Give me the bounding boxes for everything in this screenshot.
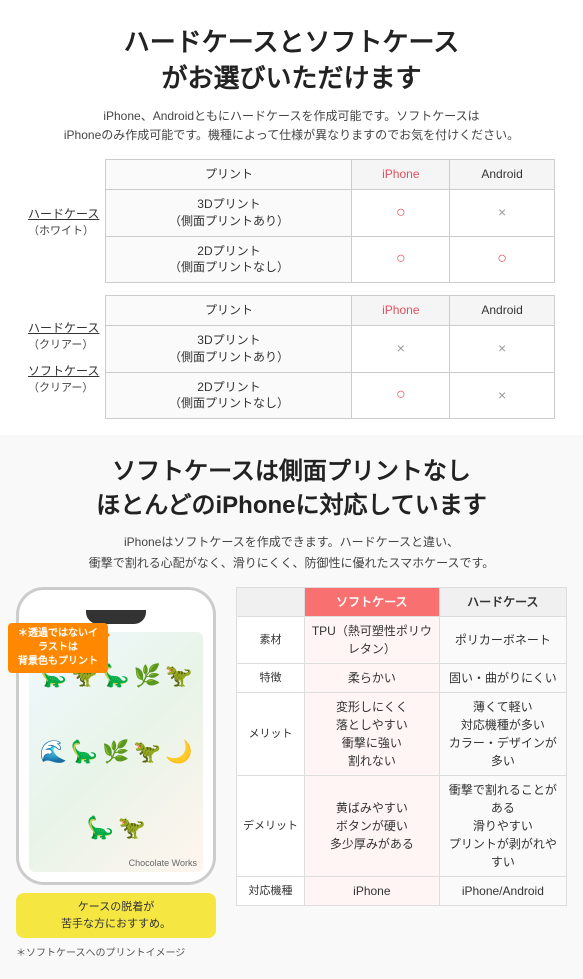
compare-empty-header — [237, 588, 305, 617]
section2-title: ソフトケースは側面プリントなしほとんどのiPhoneに対応しています — [16, 455, 567, 522]
print-cell: 2Dプリント（側面プリントなし） — [106, 236, 352, 283]
iphone-cell: ○ — [352, 189, 450, 236]
side-label-hard-clear-line2: （クリアー） — [28, 336, 99, 352]
dino-icon-10: 🌙 — [165, 739, 192, 765]
dino-icon-4: 🌿 — [134, 663, 161, 689]
android-cell: × — [450, 325, 555, 372]
section1-desc: iPhone、Androidともにハードケースを作成可能です。ソフトケースはiP… — [20, 107, 563, 145]
soft-merit: 変形しにくく落としやすい衝撃に強い割れない — [305, 693, 440, 776]
dino-icon-9: 🦖 — [134, 739, 161, 765]
side-label-soft-clear-line2: （クリアー） — [28, 379, 99, 395]
side-label-hard-white-line2: （ホワイト） — [28, 222, 99, 238]
section2-desc: iPhoneはソフトケースを作成できます。ハードケースと違い、衝撃で割れる心配が… — [16, 532, 567, 573]
dino-icon-7: 🦕 — [71, 739, 98, 765]
section1: ハードケースとソフトケースがお選びいただけます iPhone、Androidとも… — [0, 0, 583, 435]
dino-icon-5: 🦖 — [165, 663, 192, 689]
dino-icon-12: 🦖 — [118, 815, 145, 841]
hard-feature: 固い・曲がりにくい — [439, 664, 566, 693]
col-android-header2: Android — [450, 296, 555, 326]
print-cell: 3Dプリント（側面プリントあり） — [106, 325, 352, 372]
compare-row-material: 素材 TPU（熱可塑性ポリウレタン） ポリカーボネート — [237, 617, 567, 664]
col-android-header: Android — [450, 160, 555, 190]
table2-container: ハードケース （クリアー） ソフトケース （クリアー） プリント iPhone … — [28, 295, 555, 419]
table-row: 2Dプリント（側面プリントなし） ○ ○ — [106, 236, 555, 283]
dino-credit: Chocolate Works — [129, 858, 197, 868]
hard-demerit: 衝撃で割れることがある滑りやすいプリントが剥がれやすい — [439, 776, 566, 877]
side-label-soft-clear-line1: ソフトケース — [28, 362, 99, 379]
phone-mockup-wrap: ＊透過ではないイラストは背景色もプリント 🦕 🦖 🦕 🌿 🦖 🌊 🦕 — [16, 587, 226, 959]
compare-table: ソフトケース ハードケース 素材 TPU（熱可塑性ポリウレタン） ポリカーボネー… — [236, 587, 567, 906]
iphone-cell: × — [352, 325, 450, 372]
row-label-material: 素材 — [237, 617, 305, 664]
dino-icon-6: 🌊 — [39, 739, 66, 765]
table1-container: ハードケース （ホワイト） プリント iPhone Android 3Dプリント… — [28, 159, 555, 283]
android-cell: × — [450, 372, 555, 419]
soft-device: iPhone — [305, 877, 440, 906]
phone-bottom-note: ケースの脱着が苦手な方におすすめ。 — [16, 893, 216, 938]
table2: プリント iPhone Android 3Dプリント（側面プリントあり） × ×… — [105, 295, 555, 419]
soft-material: TPU（熱可塑性ポリウレタン） — [305, 617, 440, 664]
compare-soft-header: ソフトケース — [305, 588, 440, 617]
android-cell: × — [450, 189, 555, 236]
table-row: 2Dプリント（側面プリントなし） ○ × — [106, 372, 555, 419]
table1: プリント iPhone Android 3Dプリント（側面プリントあり） ○ ×… — [105, 159, 555, 283]
print-cell: 2Dプリント（側面プリントなし） — [106, 372, 352, 419]
compare-row-merit: メリット 変形しにくく落としやすい衝撃に強い割れない 薄くて軽い対応機種が多いカ… — [237, 693, 567, 776]
compare-row-feature: 特徴 柔らかい 固い・曲がりにくい — [237, 664, 567, 693]
col-iphone-header: iPhone — [352, 160, 450, 190]
side-label-hard-white-line1: ハードケース — [28, 205, 99, 222]
compare-table-wrap: ソフトケース ハードケース 素材 TPU（熱可塑性ポリウレタン） ポリカーボネー… — [236, 587, 567, 906]
section2-body: ＊透過ではないイラストは背景色もプリント 🦕 🦖 🦕 🌿 🦖 🌊 🦕 — [16, 587, 567, 959]
table-row: 3Dプリント（側面プリントあり） ○ × — [106, 189, 555, 236]
section2: ソフトケースは側面プリントなしほとんどのiPhoneに対応しています iPhon… — [0, 435, 583, 979]
hard-merit: 薄くて軽い対応機種が多いカラー・デザインが多い — [439, 693, 566, 776]
compare-hard-header: ハードケース — [439, 588, 566, 617]
row-label-merit: メリット — [237, 693, 305, 776]
col-print-header2: プリント — [106, 296, 352, 326]
soft-demerit: 黄ばみやすいボタンが硬い多少厚みがある — [305, 776, 440, 877]
compare-row-demerit: デメリット 黄ばみやすいボタンが硬い多少厚みがある 衝撃で割れることがある滑りや… — [237, 776, 567, 877]
iphone-cell: ○ — [352, 236, 450, 283]
phone-note: ＊透過ではないイラストは背景色もプリント — [8, 623, 108, 673]
soft-feature: 柔らかい — [305, 664, 440, 693]
side-label-hard-clear-line1: ハードケース — [28, 319, 99, 336]
hard-material: ポリカーボネート — [439, 617, 566, 664]
row-label-feature: 特徴 — [237, 664, 305, 693]
row-label-device: 対応機種 — [237, 877, 305, 906]
row-label-demerit: デメリット — [237, 776, 305, 877]
print-cell: 3Dプリント（側面プリントあり） — [106, 189, 352, 236]
dino-icon-8: 🌿 — [102, 739, 129, 765]
col-print-header: プリント — [106, 160, 352, 190]
table-row: 3Dプリント（側面プリントあり） × × — [106, 325, 555, 372]
phone-notch — [86, 610, 146, 624]
section1-title: ハードケースとソフトケースがお選びいただけます — [20, 24, 563, 97]
hard-device: iPhone/Android — [439, 877, 566, 906]
android-cell: ○ — [450, 236, 555, 283]
iphone-cell: ○ — [352, 372, 450, 419]
compare-row-device: 対応機種 iPhone iPhone/Android — [237, 877, 567, 906]
dino-icon-11: 🦕 — [87, 815, 114, 841]
col-iphone-header2: iPhone — [352, 296, 450, 326]
